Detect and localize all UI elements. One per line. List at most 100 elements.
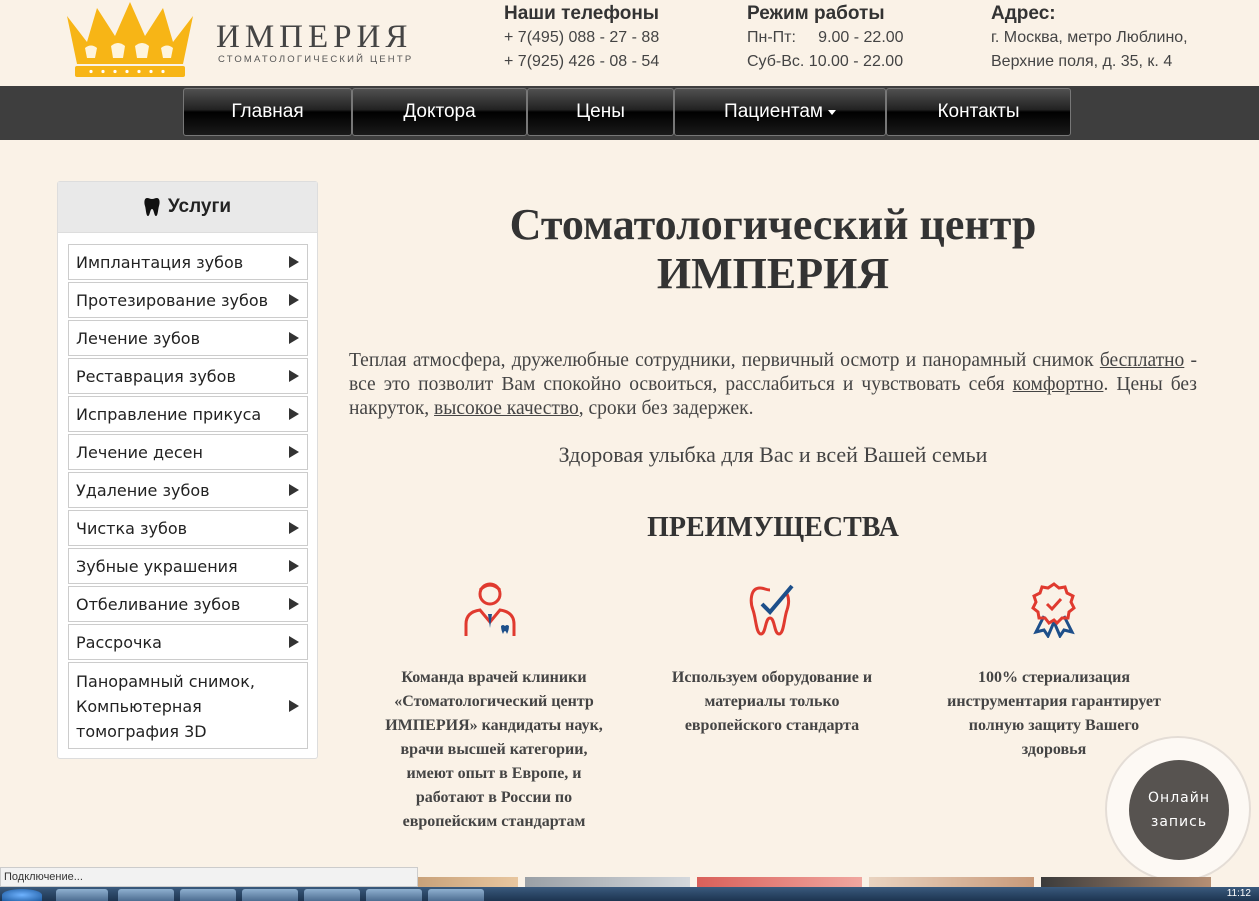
hours-block: Режим работы Пн-Пт: 9.00 - 22.00 Суб-Вс.… — [747, 2, 904, 74]
phone-1[interactable]: + 7(495) 088 - 27 - 88 — [504, 26, 659, 50]
hours-weekend: Суб-Вс. 10.00 - 22.00 — [747, 53, 904, 70]
service-cleaning[interactable]: Чистка зубов — [68, 510, 308, 546]
service-label: Чистка зубов — [76, 519, 188, 538]
services-menu: Имплантация зубов Протезирование зубов Л… — [68, 244, 308, 751]
service-installments[interactable]: Рассрочка — [68, 624, 308, 660]
status-text: Подключение... — [4, 871, 83, 883]
online-booking-line-2: запись — [1150, 814, 1208, 830]
arrow-right-icon — [289, 256, 299, 268]
service-label: Зубные украшения — [76, 557, 238, 576]
address-line-1: г. Москва, метро Люблино, — [991, 29, 1188, 46]
taskbar-app-button[interactable] — [428, 889, 484, 901]
hours-weekdays: Пн-Пт: 9.00 - 22.00 — [747, 29, 904, 46]
arrow-right-icon — [289, 446, 299, 458]
intro-text-1: Теплая атмосфера, дружелюбные сотрудники… — [349, 350, 1100, 371]
service-label: Имплантация зубов — [76, 253, 244, 272]
arrow-right-icon — [289, 560, 299, 572]
arrow-right-icon — [289, 332, 299, 344]
main-navbar: Главная Доктора Цены Пациентам Контакты — [0, 86, 1259, 140]
service-label: Рассрочка — [76, 633, 162, 652]
feature-line: ИМПЕРИЯ» кандидаты наук, — [385, 717, 603, 734]
address-block: Адрес: г. Москва, метро Люблино, Верхние… — [991, 2, 1188, 74]
feature-line: европейского стандарта — [684, 717, 860, 734]
nav-contacts-label: Контакты — [937, 101, 1020, 122]
feature-line: работают в России по — [415, 789, 573, 806]
quality-link[interactable]: высокое качество — [434, 398, 579, 419]
service-implantation[interactable]: Имплантация зубов — [68, 244, 308, 280]
services-title: Услуги — [167, 196, 232, 217]
taskbar-app-button[interactable] — [180, 889, 236, 901]
free-link[interactable]: бесплатно — [1100, 350, 1184, 371]
arrow-right-icon — [289, 522, 299, 534]
start-button[interactable] — [2, 889, 42, 901]
intro-text-4: , сроки без задержек. — [578, 398, 754, 419]
doctor-icon — [464, 582, 516, 636]
feature-line: европейским стандартам — [402, 813, 586, 830]
taskbar-clock[interactable]: 11:12 — [1227, 888, 1251, 899]
nav-patients[interactable]: Пациентам — [674, 88, 886, 136]
arrow-right-icon — [289, 636, 299, 648]
service-treatment[interactable]: Лечение зубов — [68, 320, 308, 356]
service-label-line: томография 3D — [76, 722, 207, 741]
feature-line: инструментария гарантирует — [947, 693, 1161, 710]
address-heading: Адрес: — [991, 3, 1056, 24]
service-gum-treatment[interactable]: Лечение десен — [68, 434, 308, 470]
crown-logo-icon[interactable] — [55, 2, 205, 78]
service-bite-correction[interactable]: Исправление прикуса — [68, 396, 308, 432]
nav-doctors-label: Доктора — [403, 101, 476, 122]
feature-line: «Стоматологический центр — [394, 693, 594, 710]
feature-line: полную защиту Вашего — [968, 717, 1140, 734]
nav-contacts[interactable]: Контакты — [886, 88, 1071, 136]
feature-line: Команда врачей клиники — [401, 669, 587, 686]
service-label: Исправление прикуса — [76, 405, 262, 424]
tagline: Здоровая улыбка для Вас и всей Вашей сем… — [558, 442, 988, 467]
feature-line: материалы только — [704, 693, 840, 710]
taskbar-explorer-button[interactable] — [118, 889, 174, 901]
online-booking-line-1: Онлайн — [1148, 790, 1210, 806]
taskbar-chrome-button[interactable] — [242, 889, 298, 901]
nav-home-label: Главная — [231, 101, 304, 122]
service-tooth-jewelry[interactable]: Зубные украшения — [68, 548, 308, 584]
page-title-line-1: Стоматологический центр — [509, 200, 1037, 249]
service-label: Протезирование зубов — [76, 291, 269, 310]
service-label: Отбеливание зубов — [76, 595, 241, 614]
hours-heading: Режим работы — [747, 3, 885, 24]
logo-subtitle: СТОМАТОЛОГИЧЕСКИЙ ЦЕНТР — [218, 54, 414, 65]
nav-prices-label: Цены — [576, 101, 625, 122]
service-label-line: Панорамный снимок, — [76, 672, 255, 691]
comfort-link[interactable]: комфортно — [1013, 374, 1104, 395]
phones-block: Наши телефоны + 7(495) 088 - 27 - 88 + 7… — [504, 2, 659, 74]
award-badge-icon — [1031, 582, 1076, 638]
feature-line: 100% стериализация — [977, 669, 1131, 686]
service-extraction[interactable]: Удаление зубов — [68, 472, 308, 508]
service-whitening[interactable]: Отбеливание зубов — [68, 586, 308, 622]
address-line-2: Верхние поля, д. 35, к. 4 — [991, 53, 1173, 70]
feature-line: Используем оборудование и — [671, 669, 873, 686]
service-label-line: Компьютерная — [76, 697, 202, 716]
nav-home[interactable]: Главная — [183, 88, 352, 136]
taskbar-ie-button[interactable] — [56, 889, 108, 901]
arrow-right-icon — [289, 370, 299, 382]
service-label: Удаление зубов — [76, 481, 210, 500]
feature-line: врачи высшей категории, — [400, 741, 588, 758]
browser-status-bar: Подключение... — [0, 867, 418, 887]
feature-doctors: Команда врачей клиники «Стоматологически… — [360, 666, 628, 834]
page-title-line-2: ИМПЕРИЯ — [656, 249, 890, 298]
phone-2[interactable]: + 7(925) 426 - 08 - 54 — [504, 50, 659, 74]
service-prosthetics[interactable]: Протезирование зубов — [68, 282, 308, 318]
arrow-right-icon — [289, 598, 299, 610]
site-header: ИМПЕРИЯ СТОМАТОЛОГИЧЕСКИЙ ЦЕНТР Наши тел… — [0, 0, 1259, 86]
service-panoramic-ct[interactable]: Панорамный снимок, Компьютерная томограф… — [68, 662, 308, 749]
nav-prices[interactable]: Цены — [527, 88, 674, 136]
tooth-check-icon — [749, 584, 794, 636]
online-booking-button[interactable]: Онлайн запись — [1129, 760, 1229, 860]
page-title: Стоматологический центр ИМПЕРИЯ — [349, 200, 1197, 298]
service-restoration[interactable]: Реставрация зубов — [68, 358, 308, 394]
tooth-icon — [144, 198, 160, 216]
taskbar-viber-button[interactable] — [304, 889, 360, 901]
logo-name[interactable]: ИМПЕРИЯ — [216, 18, 412, 56]
taskbar-skype-button[interactable] — [366, 889, 422, 901]
arrow-right-icon — [289, 700, 299, 712]
nav-doctors[interactable]: Доктора — [352, 88, 527, 136]
advantages-title: ПРЕИМУЩЕСТВА — [647, 512, 899, 543]
